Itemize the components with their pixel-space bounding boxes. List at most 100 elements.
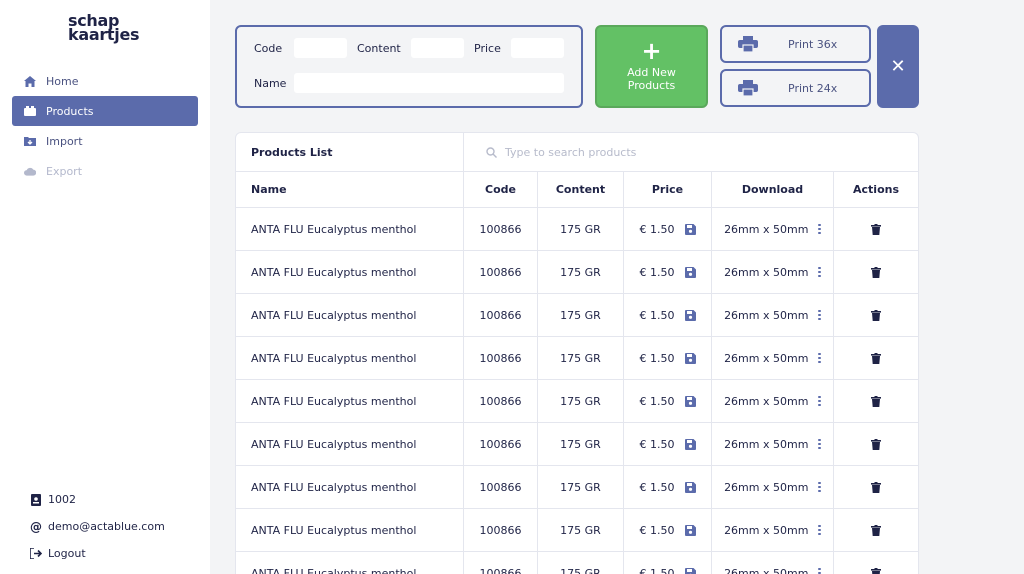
logout-label: Logout xyxy=(48,547,86,560)
filter-panel: Code Content Price Name xyxy=(235,25,583,108)
more-options-icon[interactable] xyxy=(818,266,821,278)
more-options-icon[interactable] xyxy=(818,223,821,235)
product-code: 100866 xyxy=(479,308,522,322)
code-input[interactable] xyxy=(294,38,347,58)
download-size[interactable]: 26mm x 50mm xyxy=(724,223,808,236)
delete-icon[interactable] xyxy=(871,395,881,407)
sidebar-item-label: Products xyxy=(46,104,94,118)
delete-icon[interactable] xyxy=(871,524,881,536)
app-logo[interactable]: schap kaartjes xyxy=(68,13,140,43)
cell-content: 175 GR xyxy=(538,466,624,508)
table-title: Products List xyxy=(236,133,464,171)
header-content[interactable]: Content xyxy=(538,172,624,207)
table-row[interactable]: ANTA FLU Eucalyptus menthol 100866 175 GR €… xyxy=(236,509,918,552)
user-email-row: @ demo@actablue.com xyxy=(30,513,165,540)
more-options-icon[interactable] xyxy=(818,309,821,321)
save-icon[interactable] xyxy=(684,223,696,235)
more-options-icon[interactable] xyxy=(818,438,821,450)
product-name: ANTA FLU Eucalyptus menthol xyxy=(251,308,417,322)
cell-name: ANTA FLU Eucalyptus menthol xyxy=(236,294,464,336)
more-options-icon[interactable] xyxy=(818,395,821,407)
more-options-icon[interactable] xyxy=(818,352,821,364)
download-size[interactable]: 26mm x 50mm xyxy=(724,524,808,537)
cell-code: 100866 xyxy=(464,423,538,465)
save-icon[interactable] xyxy=(684,309,696,321)
product-code: 100866 xyxy=(479,523,522,537)
product-content: 175 GR xyxy=(560,523,601,537)
save-icon[interactable] xyxy=(684,395,696,407)
download-size[interactable]: 26mm x 50mm xyxy=(724,266,808,279)
sidebar-item-home[interactable]: Home xyxy=(12,66,198,96)
download-size[interactable]: 26mm x 50mm xyxy=(724,352,808,365)
more-options-icon[interactable] xyxy=(818,481,821,493)
header-code[interactable]: Code xyxy=(464,172,538,207)
table-row[interactable]: ANTA FLU Eucalyptus menthol 100866 175 GR €… xyxy=(236,380,918,423)
download-size[interactable]: 26mm x 50mm xyxy=(724,309,808,322)
save-icon[interactable] xyxy=(684,481,696,493)
cell-name: ANTA FLU Eucalyptus menthol xyxy=(236,251,464,293)
product-name: ANTA FLU Eucalyptus menthol xyxy=(251,351,417,365)
table-row[interactable]: ANTA FLU Eucalyptus menthol 100866 175 GR €… xyxy=(236,337,918,380)
cell-code: 100866 xyxy=(464,294,538,336)
delete-icon[interactable] xyxy=(871,309,881,321)
logout-button[interactable]: Logout xyxy=(30,540,165,567)
table-row[interactable]: ANTA FLU Eucalyptus menthol 100866 175 GR €… xyxy=(236,423,918,466)
more-options-icon[interactable] xyxy=(818,524,821,536)
add-button-label: Add New Products xyxy=(597,66,706,92)
table-row[interactable]: ANTA FLU Eucalyptus menthol 100866 175 GR €… xyxy=(236,294,918,337)
sidebar-item-products[interactable]: Products xyxy=(12,96,198,126)
print-36x-label: Print 36x xyxy=(788,37,838,51)
product-content: 175 GR xyxy=(560,437,601,451)
product-search[interactable]: Type to search products xyxy=(464,133,918,171)
save-icon[interactable] xyxy=(684,524,696,536)
delete-icon[interactable] xyxy=(871,352,881,364)
cell-content: 175 GR xyxy=(538,552,624,574)
content-input[interactable] xyxy=(411,38,464,58)
delete-icon[interactable] xyxy=(871,567,881,574)
header-name[interactable]: Name xyxy=(236,172,464,207)
cell-download: 26mm x 50mm xyxy=(712,466,834,508)
save-icon[interactable] xyxy=(684,567,696,574)
print-36x-button[interactable]: Print 36x xyxy=(720,25,871,63)
cell-actions xyxy=(834,423,918,465)
close-button[interactable]: ✕ xyxy=(877,25,919,108)
products-table: Products List Type to search products Na… xyxy=(235,132,919,574)
table-row[interactable]: ANTA FLU Eucalyptus menthol 100866 175 GR €… xyxy=(236,552,918,574)
sidebar-item-export[interactable]: Export xyxy=(12,156,198,186)
name-input[interactable] xyxy=(294,73,564,93)
download-size[interactable]: 26mm x 50mm xyxy=(724,438,808,451)
sidebar-item-import[interactable]: Import xyxy=(12,126,198,156)
cell-actions xyxy=(834,251,918,293)
price-input[interactable] xyxy=(511,38,564,58)
table-row[interactable]: ANTA FLU Eucalyptus menthol 100866 175 GR €… xyxy=(236,466,918,509)
cell-price: € 1.50 xyxy=(624,294,712,336)
header-price[interactable]: Price xyxy=(624,172,712,207)
print-24x-button[interactable]: Print 24x xyxy=(720,69,871,107)
download-size[interactable]: 26mm x 50mm xyxy=(724,567,808,574)
search-input[interactable]: Type to search products xyxy=(505,146,636,159)
table-row[interactable]: ANTA FLU Eucalyptus menthol 100866 175 GR €… xyxy=(236,208,918,251)
delete-icon[interactable] xyxy=(871,481,881,493)
product-price: € 1.50 xyxy=(639,523,675,537)
cell-code: 100866 xyxy=(464,208,538,250)
cell-price: € 1.50 xyxy=(624,208,712,250)
sidebar-item-label: Import xyxy=(46,134,83,148)
save-icon[interactable] xyxy=(684,266,696,278)
search-icon xyxy=(486,146,497,158)
download-size[interactable]: 26mm x 50mm xyxy=(724,481,808,494)
logout-icon xyxy=(30,548,42,559)
delete-icon[interactable] xyxy=(871,223,881,235)
printer-icon xyxy=(738,36,758,52)
table-row[interactable]: ANTA FLU Eucalyptus menthol 100866 175 GR €… xyxy=(236,251,918,294)
plus-icon: + xyxy=(641,37,662,65)
delete-icon[interactable] xyxy=(871,438,881,450)
save-icon[interactable] xyxy=(684,352,696,364)
save-icon[interactable] xyxy=(684,438,696,450)
download-size[interactable]: 26mm x 50mm xyxy=(724,395,808,408)
add-new-products-button[interactable]: + Add New Products xyxy=(595,25,708,108)
more-options-icon[interactable] xyxy=(818,567,821,574)
home-icon xyxy=(24,75,36,87)
product-price: € 1.50 xyxy=(639,480,675,494)
add-label-line-2: Products xyxy=(627,79,676,92)
delete-icon[interactable] xyxy=(871,266,881,278)
